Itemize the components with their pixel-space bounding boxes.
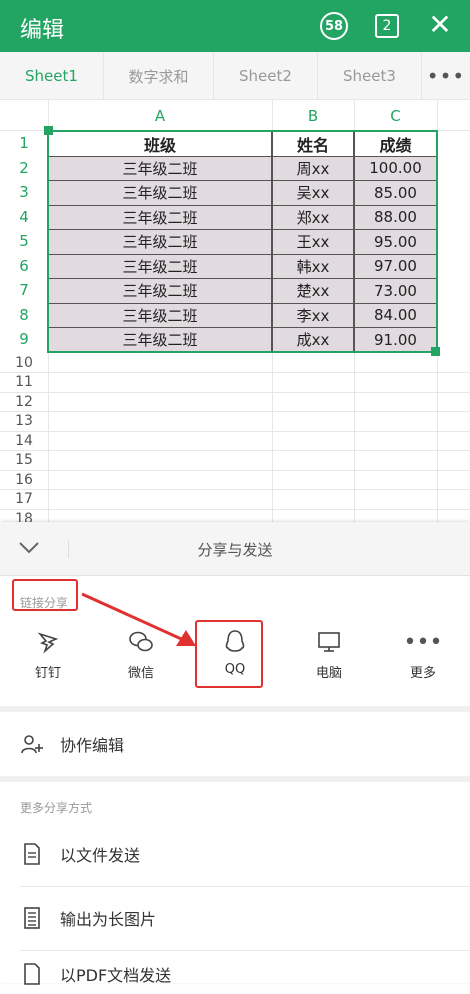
file-icon [20,842,44,866]
table-cell[interactable]: 85.00 [354,180,437,206]
top-app-bar: 编辑 58 2 ✕ [0,0,470,52]
table-cell[interactable]: 李xx [272,302,354,328]
close-icon[interactable]: ✕ [426,8,454,41]
dingtalk-icon [36,628,60,656]
send-as-file-label: 以文件发送 [60,846,141,865]
tab-sheet3[interactable]: Sheet3 [318,52,422,100]
share-dingtalk-label: 钉钉 [34,666,61,681]
tab-sheet1[interactable]: Sheet1 [0,52,104,100]
add-user-icon [20,732,44,756]
page-title: 编辑 [20,18,65,43]
share-more-label: 更多 [409,666,436,681]
table-cell[interactable]: 韩xx [272,253,354,279]
column-header-b[interactable]: B [272,104,354,128]
selection-handle-top-left[interactable] [44,126,53,135]
table-header-cell[interactable]: 班级 [48,131,272,157]
table-cell[interactable]: 三年级二班 [48,278,272,304]
column-header-a[interactable]: A [48,104,272,128]
share-dingtalk-button[interactable]: 钉钉 [13,628,83,688]
row-header[interactable]: 10 [0,353,48,372]
more-methods-label: 更多分享方式 [20,801,93,815]
row-header[interactable]: 14 [0,431,48,450]
export-long-image-label: 输出为长图片 [60,910,157,929]
table-cell[interactable]: 成xx [272,327,354,353]
table-cell[interactable]: 100.00 [354,155,437,181]
collab-edit-label: 协作编辑 [60,736,125,755]
row-header[interactable]: 17 [0,490,48,509]
sheet-tab-bar: Sheet1 数字求和 Sheet2 Sheet3 ••• [0,52,470,100]
table-cell[interactable]: 吴xx [272,180,354,206]
tab-sheet2[interactable]: Sheet2 [214,52,318,100]
send-as-pdf-row[interactable]: 以PDF文档发送 [0,954,470,994]
row-header[interactable]: 8 [0,303,48,327]
table-cell[interactable]: 王xx [272,229,354,255]
share-panel: 分享与发送 链接分享 钉钉 微信 QQ 电脑 ••• 更多 协作编辑 更多分享方… [0,522,470,985]
column-header-c[interactable]: C [354,104,437,128]
table-cell[interactable]: 84.00 [354,302,437,328]
more-methods-section: 更多分享方式 以文件发送 输出为长图片 以PDF文档发送 [0,782,470,985]
page-count-icon[interactable]: 2 [375,14,399,38]
comment-count-icon[interactable]: 58 [320,12,348,40]
row-header[interactable]: 16 [0,470,48,489]
table-cell[interactable]: 三年级二班 [48,204,272,230]
row-header[interactable]: 3 [0,180,48,204]
row-header[interactable]: 4 [0,205,48,229]
row-header[interactable]: 13 [0,412,48,431]
table-cell[interactable]: 三年级二班 [48,229,272,255]
share-panel-title: 分享与发送 [197,541,273,559]
row-header[interactable]: 7 [0,278,48,302]
export-long-image-row[interactable]: 输出为长图片 [0,888,470,948]
spreadsheet-grid[interactable]: A B C 1 2 3 4 5 6 7 8 9 10 11 12 13 14 15 16 17 18 班级 姓名 成绩… [0,100,470,540]
share-panel-header: 分享与发送 [0,522,470,576]
row-header[interactable]: 15 [0,451,48,470]
table-cell[interactable]: 73.00 [354,278,437,304]
tabs-more-icon[interactable]: ••• [422,52,470,100]
row-header[interactable]: 9 [0,327,48,351]
table-cell[interactable]: 三年级二班 [48,327,272,353]
table-cell[interactable]: 95.00 [354,229,437,255]
divider [20,886,470,887]
divider [20,950,470,951]
send-as-pdf-label: 以PDF文档发送 [60,966,172,985]
table-cell[interactable]: 88.00 [354,204,437,230]
tab-number-sum[interactable]: 数字求和 [104,52,214,100]
long-image-icon [20,906,44,930]
table-header-cell[interactable]: 成绩 [354,131,437,157]
link-share-highlight-box [12,579,78,611]
row-header[interactable]: 6 [0,254,48,278]
wechat-icon [128,628,154,656]
computer-icon [316,628,342,656]
qq-highlight-box [195,620,263,688]
table-cell[interactable]: 三年级二班 [48,253,272,279]
row-header[interactable]: 11 [0,373,48,392]
table-cell[interactable]: 三年级二班 [48,155,272,181]
table-cell[interactable]: 91.00 [354,327,437,353]
row-header[interactable]: 12 [0,392,48,411]
selection-handle-bottom-right[interactable] [431,347,440,356]
table-cell[interactable]: 三年级二班 [48,180,272,206]
table-cell[interactable]: 三年级二班 [48,302,272,328]
collab-edit-row[interactable]: 协作编辑 [0,712,470,776]
table-cell[interactable]: 郑xx [272,204,354,230]
row-header[interactable]: 2 [0,156,48,180]
send-as-file-row[interactable]: 以文件发送 [0,824,470,884]
table-header-cell[interactable]: 姓名 [272,131,354,157]
share-computer-button[interactable]: 电脑 [294,628,364,688]
row-header[interactable]: 1 [0,131,48,155]
share-computer-label: 电脑 [315,666,342,681]
share-wechat-button[interactable]: 微信 [106,628,176,688]
table-cell[interactable]: 楚xx [272,278,354,304]
more-icon: ••• [403,629,443,655]
table-cell[interactable]: 周xx [272,155,354,181]
pdf-icon [20,962,44,986]
table-cell[interactable]: 97.00 [354,253,437,279]
share-wechat-label: 微信 [127,666,154,681]
row-header[interactable]: 5 [0,229,48,253]
share-more-button[interactable]: ••• 更多 [388,628,458,688]
